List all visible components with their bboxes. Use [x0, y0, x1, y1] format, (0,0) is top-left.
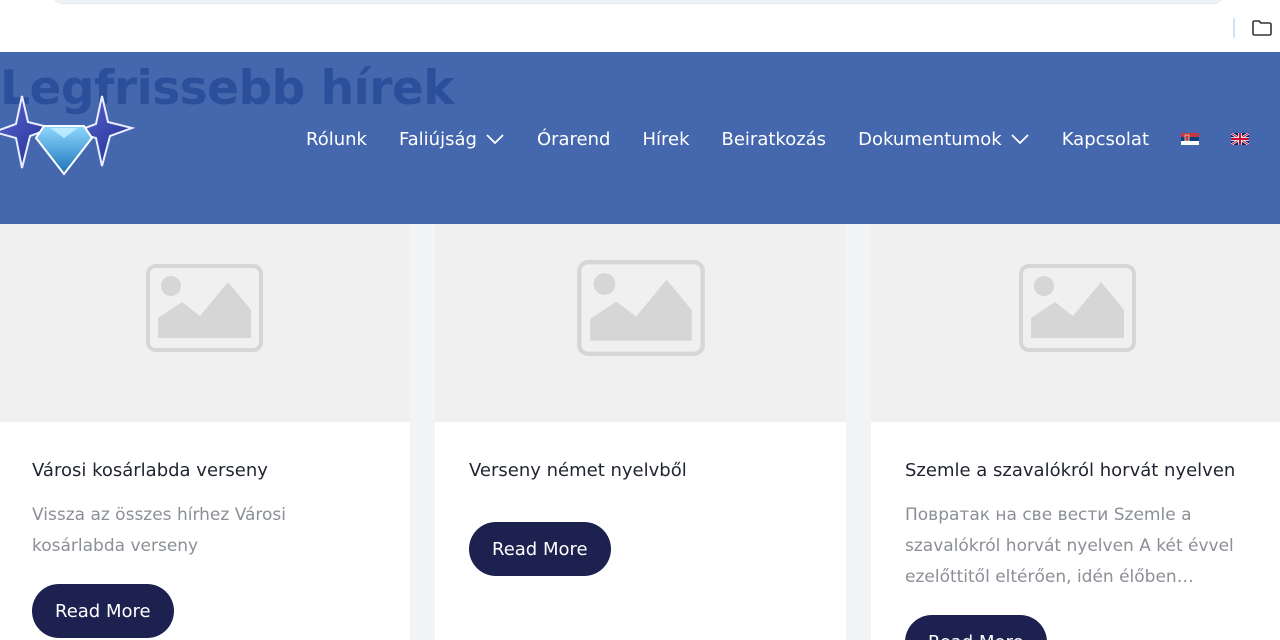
card-title[interactable]: Városi kosárlabda verseny [32, 460, 268, 481]
address-bar[interactable] [52, 0, 1224, 4]
nav-label: Órarend [536, 128, 611, 150]
image-placeholder-icon [577, 260, 705, 356]
card-excerpt: Vissza az összes hírhez Városi kosárlabd… [32, 505, 287, 556]
image-placeholder-icon [146, 264, 263, 352]
nav-item-orarend[interactable]: Órarend [537, 129, 611, 150]
uk-flag-icon[interactable] [1231, 133, 1250, 145]
card-title[interactable]: Verseny német nyelvből [469, 460, 687, 481]
news-card: Verseny német nyelvből Read More [435, 224, 846, 640]
nav-label: Kapcsolat [1061, 128, 1150, 150]
nav-item-faliujsag[interactable]: Faliújság [399, 129, 505, 150]
news-card: Városi kosárlabda verseny Vissza az össz… [0, 224, 410, 640]
nav-label: Beiratkozás [721, 128, 827, 150]
nav-item-rolunk[interactable]: Rólunk [306, 129, 367, 150]
folder-icon[interactable] [1250, 16, 1274, 40]
news-card: Szemle a szavalókról horvát nyelven Повр… [871, 224, 1280, 640]
nav-item-beiratkozas[interactable]: Beiratkozás [722, 129, 827, 150]
nav-label: Rólunk [306, 128, 367, 150]
card-title[interactable]: Szemle a szavalókról horvát nyelven [905, 460, 1235, 481]
image-placeholder[interactable] [0, 224, 410, 422]
nav-item-kapcsolat[interactable]: Kapcsolat [1062, 129, 1149, 150]
read-more-button[interactable]: Read More [469, 522, 611, 576]
site-header: Legfrissebb hírek Rólunk Faliújság Órare… [0, 52, 1280, 224]
image-placeholder-icon [1019, 264, 1136, 352]
serbian-flag-icon[interactable] [1181, 133, 1200, 145]
read-more-button[interactable]: Read More [905, 615, 1047, 640]
main-nav: Rólunk Faliújság Órarend Hírek Beiratkoz… [306, 126, 1280, 152]
nav-label: Faliújság [398, 128, 477, 150]
school-logo[interactable] [0, 88, 142, 178]
chevron-down-icon [1011, 134, 1029, 145]
nav-item-hirek[interactable]: Hírek [642, 129, 689, 150]
image-placeholder[interactable] [871, 224, 1280, 422]
image-placeholder[interactable] [435, 224, 846, 422]
chevron-down-icon [486, 134, 504, 145]
read-more-button[interactable]: Read More [32, 584, 174, 638]
browser-toolbar [0, 0, 1280, 52]
nav-label: Dokumentumok [858, 128, 1002, 150]
nav-item-dokumentumok[interactable]: Dokumentumok [858, 129, 1030, 150]
nav-label: Hírek [642, 128, 690, 150]
toolbar-separator [1233, 18, 1235, 38]
card-excerpt: Повратак на све вести Szemle a szavalókr… [905, 505, 1234, 587]
